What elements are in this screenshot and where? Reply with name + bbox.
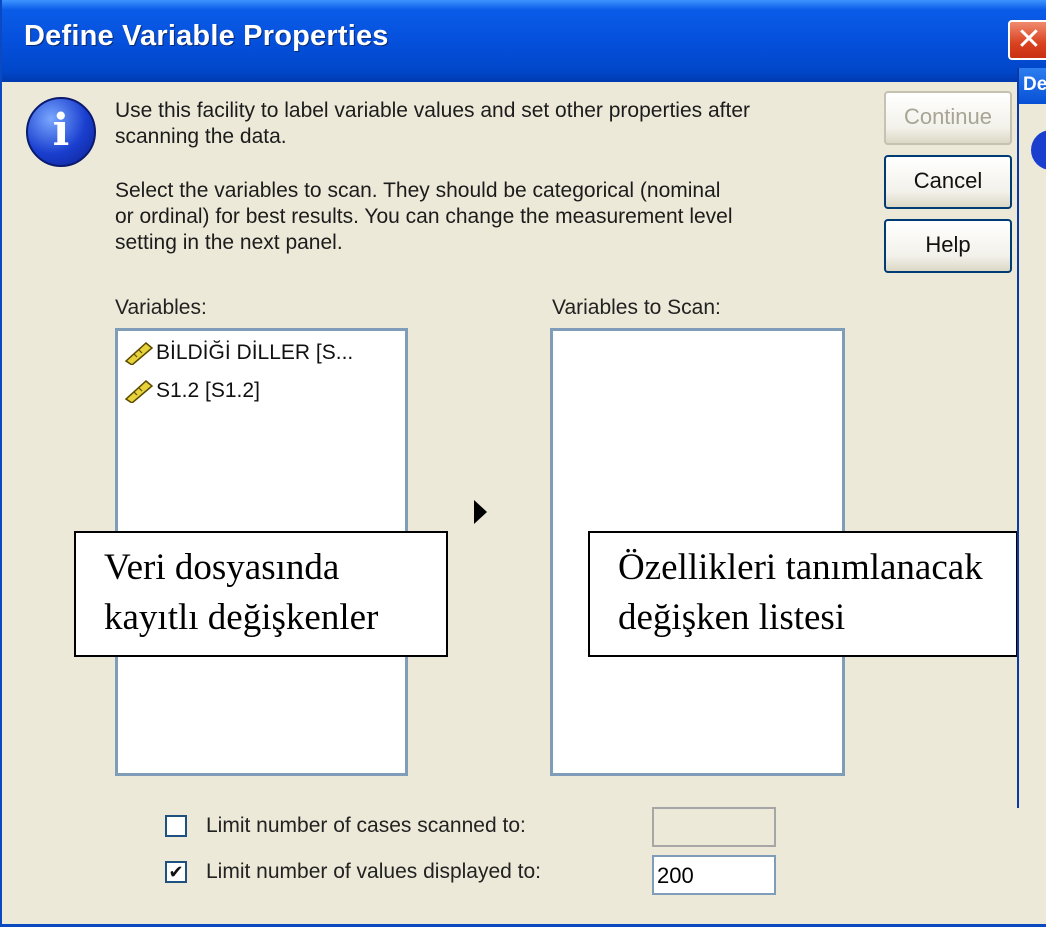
description-line-1: Use this facility to label variable valu… bbox=[115, 99, 750, 122]
limit-values-field[interactable]: 200 bbox=[652, 855, 776, 895]
close-button[interactable]: ✕ bbox=[1008, 20, 1046, 60]
list-item[interactable]: S1.2 [S1.2] bbox=[124, 379, 260, 404]
annotation-right-line-1: Özellikleri tanımlanacak bbox=[618, 547, 983, 588]
instruction-line-3: setting in the next panel. bbox=[115, 231, 343, 254]
right-arrow-icon[interactable] bbox=[474, 500, 487, 524]
annotation-left-line-1: Veri dosyasında bbox=[104, 547, 340, 588]
annotation-right-line-2: değişken listesi bbox=[618, 597, 846, 638]
background-dialog: De bbox=[1017, 68, 1046, 808]
information-icon: i bbox=[26, 97, 96, 167]
title-bar[interactable]: Define Variable Properties ✕ bbox=[2, 0, 1046, 82]
scale-ruler-icon bbox=[124, 380, 154, 404]
annotation-box-right: Özellikleri tanımlanacak değişken listes… bbox=[588, 531, 1018, 657]
scale-ruler-icon bbox=[124, 342, 154, 366]
background-dialog-title: De bbox=[1019, 68, 1046, 104]
dialog-title: Define Variable Properties bbox=[24, 20, 389, 52]
continue-button[interactable]: Continue bbox=[884, 91, 1012, 145]
define-variable-properties-dialog: Define Variable Properties ✕ i Use this … bbox=[0, 0, 1046, 927]
list-item[interactable]: BİLDİĞİ DİLLER [S... bbox=[124, 341, 354, 366]
description-line-2: scanning the data. bbox=[115, 125, 287, 148]
limit-values-label: Limit number of values displayed to: bbox=[206, 860, 542, 883]
instruction-line-2: or ordinal) for best results. You can ch… bbox=[115, 205, 733, 228]
variables-label: Variables: bbox=[115, 296, 207, 319]
annotation-box-left: Veri dosyasında kayıtlı değişkenler bbox=[74, 531, 448, 657]
limit-cases-checkbox[interactable] bbox=[165, 815, 187, 837]
annotation-left-line-2: kayıtlı değişkenler bbox=[104, 597, 379, 638]
variable-name: S1.2 [S1.2] bbox=[156, 379, 260, 402]
variables-to-scan-label: Variables to Scan: bbox=[552, 296, 721, 319]
limit-cases-field[interactable] bbox=[652, 807, 776, 847]
limit-values-checkbox[interactable]: ✔ bbox=[165, 861, 187, 883]
limit-cases-label: Limit number of cases scanned to: bbox=[206, 814, 526, 837]
background-information-icon bbox=[1031, 130, 1046, 170]
variable-name: BİLDİĞİ DİLLER [S... bbox=[156, 341, 354, 364]
instruction-line-1: Select the variables to scan. They shoul… bbox=[115, 179, 721, 202]
cancel-button[interactable]: Cancel bbox=[884, 155, 1012, 209]
help-button[interactable]: Help bbox=[884, 219, 1012, 273]
